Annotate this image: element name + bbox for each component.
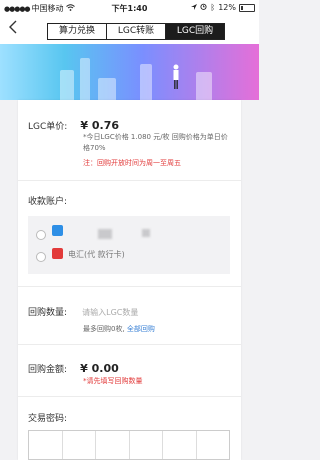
alarm-icon (200, 3, 207, 12)
battery-icon (239, 3, 255, 12)
quantity-hint-row: 最多回购0枚, 全部回购 (83, 324, 231, 334)
status-bar: ●●●●● 中国移动 下午1:40 ᛒ 12% (0, 0, 259, 16)
quantity-row: 回购数量: 请输入LGC数量 (28, 300, 231, 319)
masked-text (98, 229, 112, 239)
account-option-2-label: 电汇(代 款行卡) (68, 250, 125, 259)
battery-label: 12% (218, 3, 236, 12)
nav-bar: 算力兑换 LGC转账 LGC回购 (0, 16, 259, 44)
bank-card-icon (52, 248, 63, 259)
price-label: LGC单价: (28, 122, 68, 132)
password-digit-cell (63, 431, 96, 459)
tab-lgc-buyback[interactable]: LGC回购 (166, 24, 224, 39)
buy-back-all-link[interactable]: 全部回购 (127, 325, 155, 333)
masked-text (142, 229, 150, 237)
price-value: ¥ 0.76 (80, 119, 120, 132)
quantity-label: 回购数量: (28, 308, 68, 318)
account-label: 收款账户: (28, 197, 68, 207)
chevron-left-icon[interactable] (8, 20, 18, 38)
buyback-form-card: LGC单价: ¥ 0.76 *今日LGC价格 1.080 元/枚 回购价格为单日… (18, 100, 241, 460)
amount-note: *请先填写回购数量 (83, 377, 143, 385)
banner-building (60, 70, 74, 100)
amount-row: 回购金额: ¥ 0.00 (28, 357, 231, 376)
person-illustration (172, 64, 180, 90)
quantity-input[interactable]: 请输入LGC数量 (82, 308, 138, 317)
password-digit-cell (130, 431, 163, 459)
password-input[interactable] (28, 430, 230, 460)
divider (18, 344, 241, 345)
segmented-tabs: 算力兑换 LGC转账 LGC回购 (47, 23, 225, 40)
status-right: ᛒ 12% (191, 3, 255, 12)
banner-building (80, 58, 90, 100)
open-time-notice: 注：回购开放时间为周一至周五 (83, 159, 181, 167)
account-options: 电汇(代 款行卡) (28, 216, 230, 274)
account-option-1-radio[interactable] (36, 230, 46, 240)
password-digit-cell (163, 431, 197, 459)
divider (18, 180, 241, 181)
account-option-2-radio[interactable] (36, 252, 46, 262)
password-digit-cell (197, 431, 230, 459)
bluetooth-icon: ᛒ (210, 3, 216, 12)
divider (18, 396, 241, 397)
amount-value: ¥ 0.00 (80, 362, 119, 375)
alipay-icon (52, 225, 63, 236)
location-icon (191, 3, 198, 12)
hero-banner (0, 44, 259, 100)
password-digit-cell (29, 431, 63, 459)
banner-building (196, 72, 212, 100)
price-row: LGC单价: ¥ 0.76 (28, 114, 231, 133)
tab-lgc-transfer[interactable]: LGC转账 (107, 24, 166, 39)
password-label: 交易密码: (28, 414, 68, 424)
password-digit-cell (96, 431, 130, 459)
banner-building (98, 78, 116, 100)
banner-building (140, 64, 152, 100)
tab-hashrate-exchange[interactable]: 算力兑换 (48, 24, 107, 39)
price-note: *今日LGC价格 1.080 元/枚 回购价格为单日价格70% (83, 133, 228, 152)
amount-label: 回购金额: (28, 365, 68, 375)
quantity-hint: 最多回购0枚, (83, 325, 125, 333)
divider (18, 286, 241, 287)
